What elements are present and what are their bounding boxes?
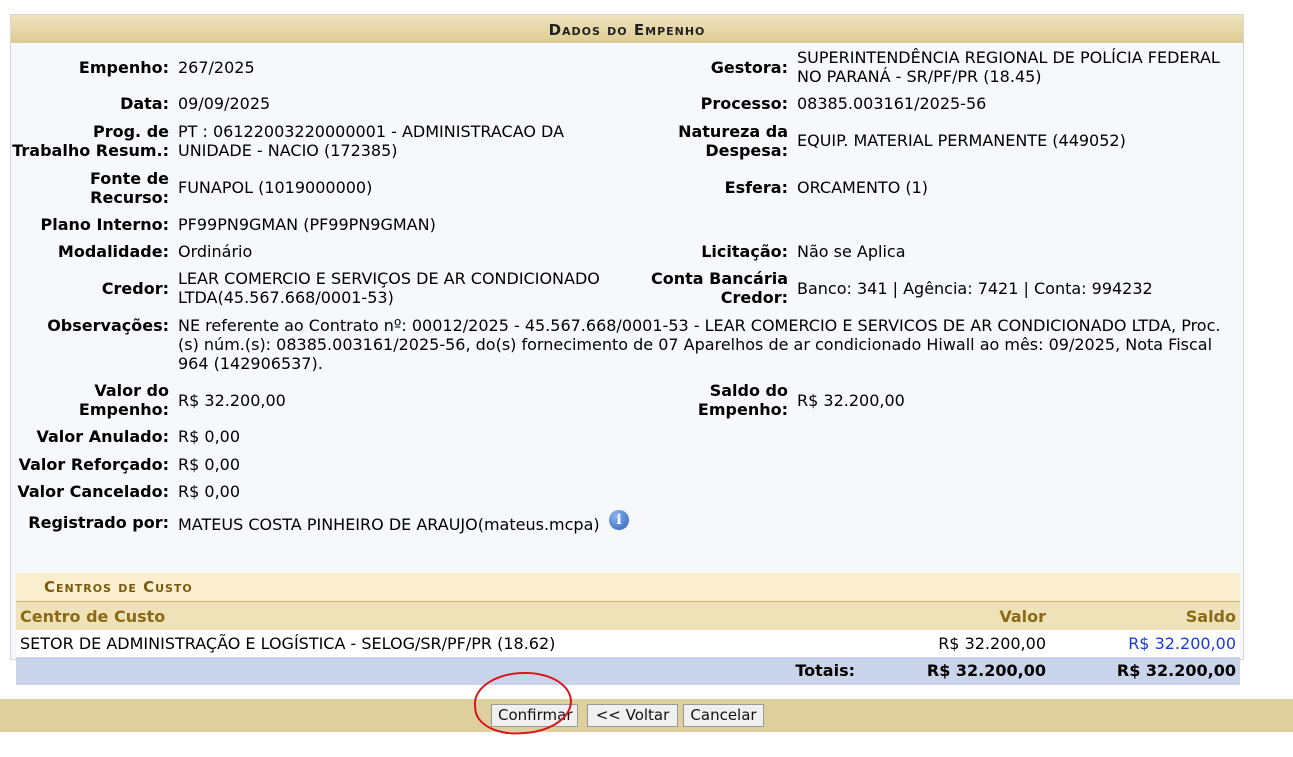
licitacao-label: Licitação: [701, 242, 788, 261]
totals-saldo: R$ 32.200,00 [1116, 661, 1236, 680]
esfera-label: Esfera: [724, 178, 788, 197]
natureza-label-line2: Despesa: [705, 141, 788, 160]
fonte-label-line1: Fonte de [89, 169, 169, 188]
plano-interno-label: Plano Interno: [40, 215, 169, 234]
processo-value: 08385.003161/2025-56 [797, 94, 987, 113]
plano-interno-value: PF99PN9GMAN (PF99PN9GMAN) [178, 215, 436, 234]
modalidade-value: Ordinário [178, 242, 253, 261]
credor-value-line2: LTDA(45.567.668/0001-53) [178, 288, 394, 307]
col-valor-header: Valor [999, 607, 1046, 626]
observacoes-value-line3: 964 (142906537). [178, 354, 323, 373]
row-saldo-link[interactable]: R$ 32.200,00 [1128, 630, 1236, 658]
gestora-value-line1: SUPERINTENDÊNCIA REGIONAL DE POLÍCIA FED… [797, 48, 1220, 67]
credor-value-line1: LEAR COMERCIO E SERVIÇOS DE AR CONDICION… [178, 269, 600, 288]
panel-body: Empenho: 267/2025 Gestora: SUPERINTENDÊN… [11, 43, 1243, 685]
conta-label-line2: Credor: [720, 288, 788, 307]
data-value: 09/09/2025 [178, 94, 271, 113]
modalidade-label: Modalidade: [57, 242, 169, 261]
valor-empenho-value: R$ 32.200,00 [178, 391, 286, 410]
observacoes-value-line2: (s) núm.(s): 08385.003161/2025-56, do(s)… [178, 335, 1213, 354]
prog-trabalho-value-line2: UNIDADE - NACIO (172385) [178, 141, 398, 160]
conta-value: Banco: 341 | Agência: 7421 | Conta: 9942… [797, 279, 1153, 298]
valor-anulado-value: R$ 0,00 [178, 427, 241, 446]
valor-cancelado-label: Valor Cancelado: [17, 482, 169, 501]
registrado-label: Registrado por: [28, 513, 169, 532]
prog-trabalho-label-line1: Prog. de [92, 122, 169, 141]
voltar-button[interactable]: << Voltar [587, 704, 678, 727]
processo-label: Processo: [700, 94, 788, 113]
natureza-value: EQUIP. MATERIAL PERMANENTE (449052) [797, 131, 1126, 150]
data-label: Data: [120, 94, 169, 113]
cancelar-button[interactable]: Cancelar [683, 704, 764, 727]
row-centro: SETOR DE ADMINISTRAÇÃO E LOGÍSTICA - SEL… [20, 634, 556, 653]
info-icon[interactable]: i [609, 510, 629, 530]
row-valor: R$ 32.200,00 [938, 634, 1046, 653]
saldo-empenho-value: R$ 32.200,00 [797, 391, 905, 410]
totals-row: Totais: R$ 32.200,00 R$ 32.200,00 [16, 657, 1240, 685]
prog-trabalho-value-line1: PT : 06122003220000001 - ADMINISTRACAO D… [178, 122, 565, 141]
observacoes-value-line1: NE referente ao Contrato nº: 00012/2025 … [178, 316, 1221, 335]
totals-valor: R$ 32.200,00 [926, 661, 1046, 680]
col-centro-header: Centro de Custo [20, 607, 166, 626]
centros-custo-section: Centros de Custo Centro de Custo Valor S… [16, 573, 1240, 685]
valor-reforcado-label: Valor Reforçado: [18, 455, 169, 474]
centros-custo-header: Centro de Custo Valor Saldo [16, 601, 1240, 630]
empenho-label: Empenho: [78, 58, 169, 77]
valor-reforcado-value: R$ 0,00 [178, 455, 241, 474]
natureza-label-line1: Natureza da [678, 122, 788, 141]
empenho-value: 267/2025 [178, 58, 255, 77]
fonte-value: FUNAPOL (1019000000) [178, 178, 373, 197]
totals-label: Totais: [795, 661, 855, 680]
panel-title: Dados do Empenho [11, 15, 1243, 43]
gestora-label: Gestora: [710, 58, 788, 77]
esfera-value: ORCAMENTO (1) [797, 178, 929, 197]
valor-cancelado-value: R$ 0,00 [178, 482, 241, 501]
button-bar: Confirmar << Voltar Cancelar [0, 699, 1293, 732]
credor-label: Credor: [101, 279, 169, 298]
dados-empenho-panel: Dados do Empenho Empenho: 267/2025 Gesto… [10, 14, 1244, 685]
saldo-empenho-label-line1: Saldo do [709, 381, 788, 400]
licitacao-value: Não se Aplica [797, 242, 906, 261]
valor-empenho-label-line2: Empenho: [78, 400, 169, 419]
observacoes-label: Observações: [47, 316, 169, 335]
fonte-label-line2: Recurso: [90, 188, 169, 207]
centros-custo-title: Centros de Custo [16, 573, 1240, 601]
valor-empenho-label-line1: Valor do [94, 381, 169, 400]
conta-label-line1: Conta Bancária [651, 269, 788, 288]
col-saldo-header: Saldo [1185, 607, 1236, 626]
gestora-value-line2: NO PARANÁ - SR/PF/PR (18.45) [797, 67, 1042, 86]
table-row: SETOR DE ADMINISTRAÇÃO E LOGÍSTICA - SEL… [16, 630, 1240, 657]
valor-anulado-label: Valor Anulado: [36, 427, 169, 446]
prog-trabalho-label-line2: Trabalho Resum.: [12, 141, 169, 160]
registrado-value: MATEUS COSTA PINHEIRO DE ARAUJO(mateus.m… [178, 515, 600, 534]
saldo-empenho-label-line2: Empenho: [697, 400, 788, 419]
